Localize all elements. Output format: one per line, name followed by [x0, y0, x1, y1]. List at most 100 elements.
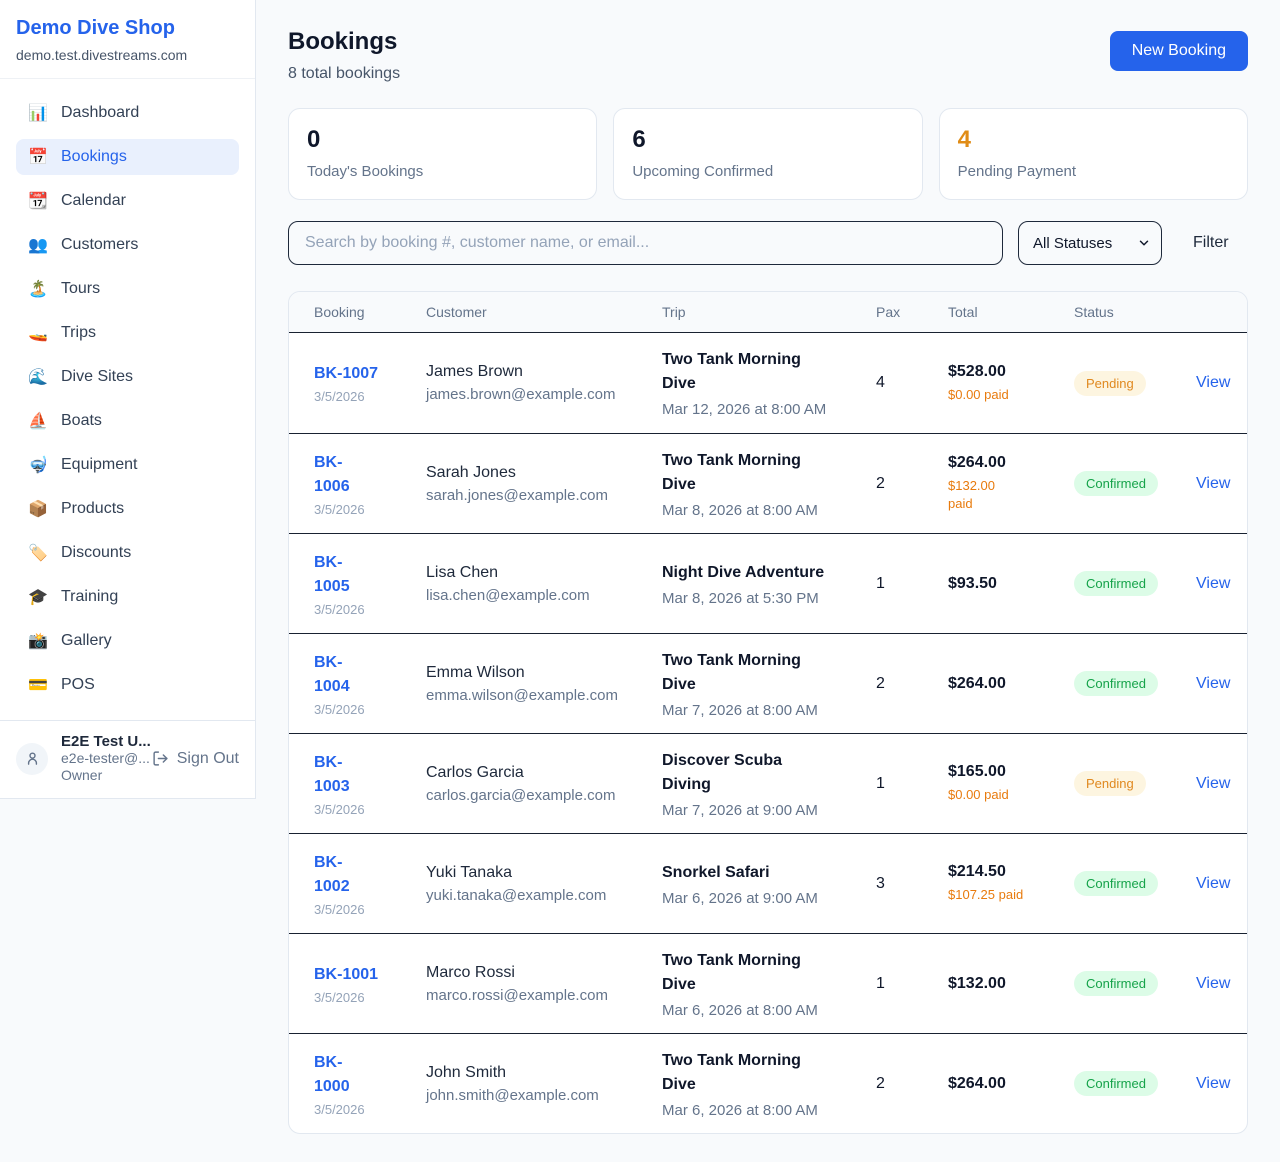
customer-name: Lisa Chen [426, 564, 662, 582]
col-header-trip: Trip [662, 304, 876, 320]
view-link[interactable]: View [1196, 1075, 1230, 1092]
sidebar-nav: 📊 Dashboard 📅 Bookings 📆 Calendar 👥 Cust… [0, 79, 255, 703]
sailboat-icon: ⛵ [28, 411, 48, 431]
bookings-table: Booking Customer Trip Pax Total Status B… [288, 291, 1248, 1134]
sidebar-item-label: POS [61, 676, 95, 694]
customer-email: john.smith@example.com [426, 1087, 662, 1104]
sidebar-item-boats[interactable]: ⛵ Boats [16, 403, 239, 439]
credit-card-icon: 💳 [28, 675, 48, 695]
booking-id-link[interactable]: BK-1001 [314, 963, 426, 987]
booking-id-link[interactable]: BK- 1004 [314, 651, 426, 699]
booking-date: 3/5/2026 [314, 702, 426, 717]
stat-card: 6 Upcoming Confirmed [613, 108, 922, 200]
booking-date: 3/5/2026 [314, 802, 426, 817]
sign-out-button[interactable]: Sign Out [152, 750, 239, 768]
booking-date: 3/5/2026 [314, 602, 426, 617]
pax-count: 3 [876, 875, 948, 893]
stat-card: 0 Today's Bookings [288, 108, 597, 200]
view-link[interactable]: View [1196, 374, 1230, 391]
view-link[interactable]: View [1196, 575, 1230, 592]
trip-name: Snorkel Safari [662, 861, 876, 885]
booking-id-link[interactable]: BK- 1000 [314, 1051, 426, 1099]
paid-amount: $0.00 paid [948, 386, 1074, 404]
filter-button[interactable]: Filter [1193, 234, 1229, 252]
booking-id-link[interactable]: BK- 1006 [314, 451, 426, 499]
total-amount: $264.00 [948, 454, 1074, 472]
col-header-booking: Booking [314, 304, 426, 320]
sidebar-item-label: Products [61, 500, 124, 518]
status-badge: Confirmed [1074, 571, 1158, 596]
brand: Demo Dive Shop demo.test.divestreams.com [0, 0, 255, 79]
pax-count: 1 [876, 775, 948, 793]
sidebar-item-trips[interactable]: 🚤 Trips [16, 315, 239, 351]
pax-count: 2 [876, 475, 948, 493]
graduation-cap-icon: 🎓 [28, 587, 48, 607]
status-select[interactable]: All Statuses [1018, 221, 1162, 265]
status-badge: Confirmed [1074, 471, 1158, 496]
sidebar-item-gallery[interactable]: 📸 Gallery [16, 623, 239, 659]
table-row: BK- 1000 3/5/2026 John Smith john.smith@… [289, 1033, 1247, 1133]
view-link[interactable]: View [1196, 875, 1230, 892]
sidebar-item-tours[interactable]: 🏝️ Tours [16, 271, 239, 307]
trip-datetime: Mar 6, 2026 at 8:00 AM [662, 1102, 876, 1119]
sidebar-item-customers[interactable]: 👥 Customers [16, 227, 239, 263]
stat-label: Upcoming Confirmed [632, 163, 903, 180]
col-header-total: Total [948, 304, 1074, 320]
search-input[interactable] [288, 221, 1003, 265]
new-booking-button[interactable]: New Booking [1110, 31, 1248, 71]
sidebar-item-dive-sites[interactable]: 🌊 Dive Sites [16, 359, 239, 395]
sidebar-item-label: Calendar [61, 192, 126, 210]
stats-row: 0 Today's Bookings 6 Upcoming Confirmed … [288, 108, 1248, 200]
customer-name: Sarah Jones [426, 464, 662, 482]
view-link[interactable]: View [1196, 675, 1230, 692]
sidebar-item-products[interactable]: 📦 Products [16, 491, 239, 527]
trip-datetime: Mar 6, 2026 at 9:00 AM [662, 890, 876, 907]
sidebar-item-discounts[interactable]: 🏷️ Discounts [16, 535, 239, 571]
tear-off-calendar-icon: 📆 [28, 191, 48, 211]
view-link[interactable]: View [1196, 775, 1230, 792]
sidebar-item-bookings[interactable]: 📅 Bookings [16, 139, 239, 175]
booking-id-link[interactable]: BK- 1005 [314, 551, 426, 599]
customer-name: Emma Wilson [426, 664, 662, 682]
page-header: Bookings 8 total bookings New Booking [288, 28, 1248, 83]
status-badge: Confirmed [1074, 671, 1158, 696]
stat-label: Today's Bookings [307, 163, 578, 180]
booking-date: 3/5/2026 [314, 990, 426, 1005]
status-badge: Pending [1074, 371, 1146, 396]
speedboat-icon: 🚤 [28, 323, 48, 343]
sign-out-icon [152, 750, 169, 767]
booking-id-link[interactable]: BK- 1003 [314, 751, 426, 799]
desert-island-icon: 🏝️ [28, 279, 48, 299]
booking-id-link[interactable]: BK- 1002 [314, 851, 426, 899]
trip-name: Two Tank Morning Dive [662, 949, 876, 997]
pax-count: 4 [876, 374, 948, 392]
avatar [16, 743, 48, 775]
sidebar-item-equipment[interactable]: 🤿 Equipment [16, 447, 239, 483]
trip-datetime: Mar 7, 2026 at 9:00 AM [662, 802, 876, 819]
sidebar-item-dashboard[interactable]: 📊 Dashboard [16, 95, 239, 131]
customer-name: James Brown [426, 363, 662, 381]
stat-label: Pending Payment [958, 163, 1229, 180]
sidebar-item-calendar[interactable]: 📆 Calendar [16, 183, 239, 219]
status-badge: Pending [1074, 771, 1146, 796]
customer-name: Marco Rossi [426, 964, 662, 982]
main-content: Bookings 8 total bookings New Booking 0 … [256, 0, 1280, 1134]
sidebar-item-training[interactable]: 🎓 Training [16, 579, 239, 615]
customer-email: yuki.tanaka@example.com [426, 887, 662, 904]
status-badge: Confirmed [1074, 971, 1158, 996]
brand-domain: demo.test.divestreams.com [16, 47, 239, 63]
total-amount: $214.50 [948, 863, 1074, 881]
sidebar-item-pos[interactable]: 💳 POS [16, 667, 239, 703]
camera-flash-icon: 📸 [28, 631, 48, 651]
table-row: BK- 1005 3/5/2026 Lisa Chen lisa.chen@ex… [289, 533, 1247, 633]
view-link[interactable]: View [1196, 975, 1230, 992]
booking-id-link[interactable]: BK-1007 [314, 362, 426, 386]
customer-email: james.brown@example.com [426, 386, 662, 403]
total-amount: $264.00 [948, 675, 1074, 693]
page-subtitle: 8 total bookings [288, 65, 400, 83]
sign-out-label: Sign Out [177, 750, 239, 768]
sidebar-item-label: Bookings [61, 148, 127, 166]
booking-date: 3/5/2026 [314, 1102, 426, 1117]
view-link[interactable]: View [1196, 475, 1230, 492]
customer-email: lisa.chen@example.com [426, 587, 662, 604]
